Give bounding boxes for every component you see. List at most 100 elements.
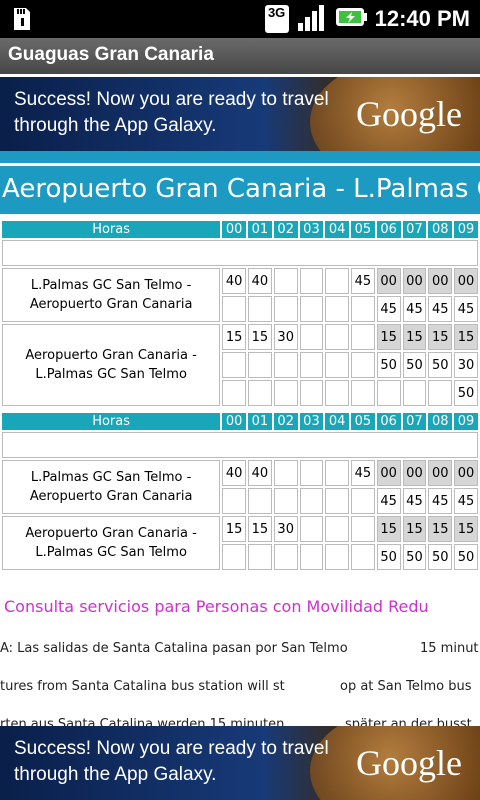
hour-header-cell: 02: [273, 221, 298, 238]
hour-header-cell: 07: [402, 413, 427, 430]
time-cell: 50: [376, 544, 401, 570]
time-cell: [222, 296, 247, 322]
hour-header-cell: 00: [222, 221, 247, 238]
time-cell: 50: [402, 352, 427, 378]
time-cell: 45: [351, 460, 375, 486]
hours-header-label: Horas: [2, 413, 221, 430]
schedule-content[interactable]: Aeropuerto Gran Canaria - L.Palmas GC Sa…: [0, 151, 480, 726]
reduced-mobility-link[interactable]: Consulta servicios para Personas con Mov…: [4, 597, 429, 616]
time-cell: [428, 380, 453, 406]
time-cell: [248, 380, 272, 406]
table-row: L.Palmas GC San Telmo - Aeropuerto Gran …: [2, 460, 478, 514]
network-type-icon: 3G: [264, 5, 289, 33]
schedule-spacer-row: [2, 240, 478, 266]
hour-header-cell: 04: [325, 413, 349, 430]
time-cell: [299, 516, 324, 542]
time-cell: [351, 544, 375, 570]
route-direction-label: L.Palmas GC San Telmo - Aeropuerto Gran …: [2, 460, 221, 514]
time-cell: 00: [376, 268, 401, 294]
time-cell: 15: [248, 516, 272, 542]
table-row: Aeropuerto Gran Canaria - L.Palmas GC Sa…: [2, 324, 478, 406]
hour-header-cell: 09: [454, 413, 478, 430]
spacer-cell: [2, 432, 478, 458]
hour-header-cell: 00: [222, 413, 247, 430]
time-cell: 15: [428, 516, 453, 542]
time-cell: [273, 296, 298, 322]
time-cell: 50: [402, 544, 427, 570]
time-cell: [325, 460, 349, 486]
hour-header-cell: 09: [454, 221, 478, 238]
time-cell: 45: [351, 268, 375, 294]
time-cell: [299, 352, 324, 378]
time-cell: 45: [454, 488, 478, 514]
time-cell: [325, 488, 349, 514]
battery-charging-icon: [335, 5, 367, 33]
schedule-header-row: Horas 00 01 02 03 04 05 06 07 08 09: [2, 413, 478, 430]
time-cell: 00: [376, 460, 401, 486]
time-cell: 15: [222, 516, 247, 542]
hour-header-cell: 01: [248, 221, 272, 238]
table-row: L.Palmas GC San Telmo - Aeropuerto Gran …: [2, 268, 478, 322]
time-cell: [222, 380, 247, 406]
status-bar: 3G 12:40 PM: [0, 0, 480, 38]
time-cell: [273, 380, 298, 406]
hour-header-cell: 03: [299, 413, 324, 430]
time-cell: [299, 296, 324, 322]
hour-header-cell: 06: [376, 413, 401, 430]
time-cell: [299, 324, 324, 350]
ad-banner-bottom[interactable]: Success! Now you are ready to travel thr…: [0, 726, 480, 800]
time-cell: 15: [402, 516, 427, 542]
hour-header-cell: 04: [325, 221, 349, 238]
time-cell: [273, 488, 298, 514]
hour-header-cell: 08: [428, 413, 453, 430]
ad-banner-top[interactable]: Success! Now you are ready to travel thr…: [0, 77, 480, 151]
time-cell: 15: [454, 516, 478, 542]
time-cell: 50: [454, 544, 478, 570]
hour-header-cell: 06: [376, 221, 401, 238]
time-cell: [299, 544, 324, 570]
time-cell: [299, 380, 324, 406]
time-cell: 45: [428, 488, 453, 514]
time-cell: 40: [222, 460, 247, 486]
note-text-cont: op at San Telmo bus: [340, 679, 472, 694]
hour-header-cell: 05: [351, 413, 375, 430]
time-cell: 30: [454, 352, 478, 378]
time-cell: 00: [428, 268, 453, 294]
note-text-cont: 15 minut: [420, 641, 479, 656]
time-cell: [299, 268, 324, 294]
table-row: Aeropuerto Gran Canaria - L.Palmas GC Sa…: [2, 516, 478, 570]
time-cell: 15: [376, 324, 401, 350]
time-cell: [248, 488, 272, 514]
time-cell: [222, 352, 247, 378]
time-cell: [402, 380, 427, 406]
hour-header-cell: 07: [402, 221, 427, 238]
time-cell: [273, 544, 298, 570]
time-cell: [299, 488, 324, 514]
time-cell: 00: [454, 460, 478, 486]
app-title: Guaguas Gran Canaria: [8, 44, 214, 65]
time-cell: 45: [402, 296, 427, 322]
note-text: rten aus Santa Catalina werden 15 minute…: [0, 717, 285, 726]
schedule-spacer-row: [2, 432, 478, 458]
time-cell: [248, 352, 272, 378]
google-logo: Google: [356, 743, 462, 783]
time-cell: [325, 352, 349, 378]
time-cell: 40: [248, 268, 272, 294]
time-cell: 50: [428, 352, 453, 378]
route-title-text: Aeropuerto Gran Canaria - L.Palmas GC Sa…: [2, 174, 480, 204]
time-cell: [325, 380, 349, 406]
time-cell: 00: [402, 268, 427, 294]
time-cell: [273, 268, 298, 294]
ad-text: Success! Now you are ready to travel thr…: [14, 89, 329, 136]
app-title-bar: Guaguas Gran Canaria: [0, 38, 480, 74]
time-cell: 40: [248, 460, 272, 486]
time-cell: [325, 324, 349, 350]
time-cell: 15: [454, 324, 478, 350]
time-cell: 45: [402, 488, 427, 514]
time-cell: 15: [376, 516, 401, 542]
time-cell: 45: [428, 296, 453, 322]
time-cell: [248, 296, 272, 322]
google-logo: Google: [356, 94, 462, 134]
time-cell: [299, 460, 324, 486]
hour-header-cell: 08: [428, 221, 453, 238]
